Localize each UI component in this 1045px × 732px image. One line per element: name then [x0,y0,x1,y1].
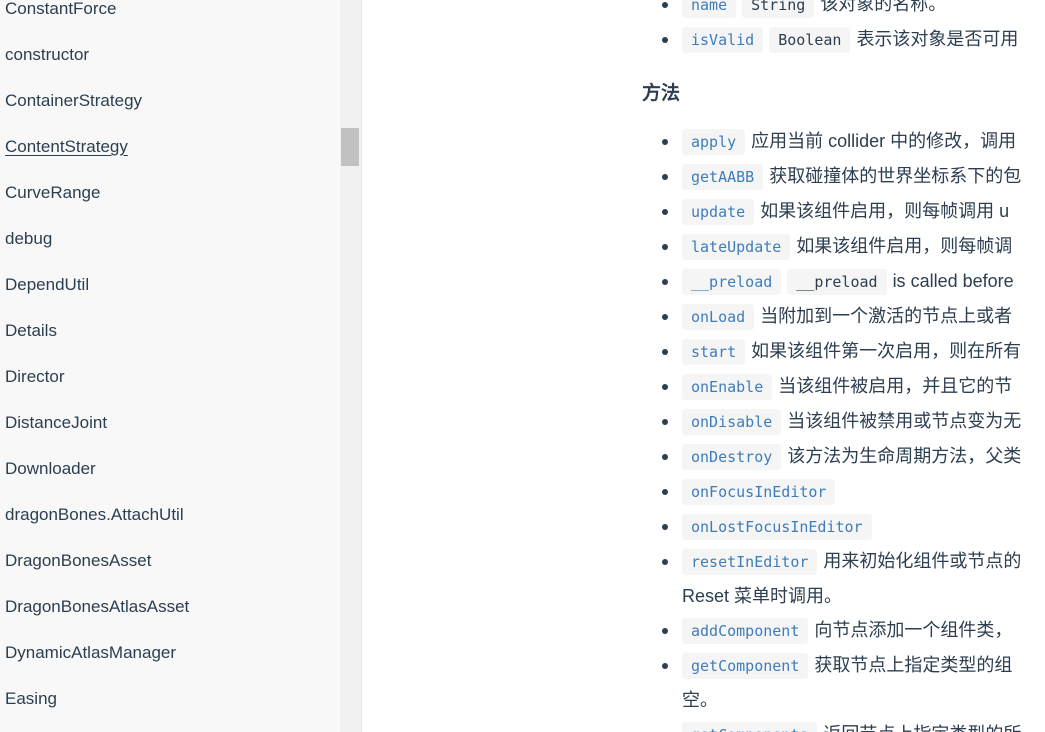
method-item: onLoad 当附加到一个激活的节点上或者 [642,299,1021,334]
sidebar-item[interactable]: DistanceJoint [0,400,340,446]
method-name-link[interactable]: onDestroy [682,444,782,470]
method-name-link[interactable]: getComponent [682,653,809,679]
method-item: start 如果该组件第一次启用，则在所有 [642,334,1021,369]
property-name-link[interactable]: name [682,0,737,18]
property-type: Boolean [769,27,851,53]
sidebar-item[interactable]: Director [0,354,340,400]
property-type: String [742,0,815,18]
method-name-link[interactable]: __preload [682,269,782,295]
sidebar-item[interactable]: dragonBones.AttachUtil [0,492,340,538]
bullet-icon [662,628,668,634]
method-name-link[interactable]: onLostFocusInEditor [682,514,872,540]
method-name-link[interactable]: onFocusInEditor [682,479,836,505]
method-name-link[interactable]: onEnable [682,374,773,400]
bullet-icon [662,244,668,250]
bullet-icon [662,349,668,355]
method-description-continued: Reset 菜单时调用。 [682,586,843,606]
sidebar-item[interactable]: Details [0,308,340,354]
method-item: __preload __preload is called before [642,264,1021,299]
method-description: 当该组件被启用，并且它的节 [778,376,1013,396]
method-item: onDestroy 该方法为生命周期方法，父类 [642,439,1021,474]
method-description: 用来初始化组件或节点的 [823,551,1022,571]
method-description: 向节点添加一个组件类， [814,620,1013,640]
method-item: getComponents 返回节点上指定类型的所 [642,717,1021,732]
sidebar-list: ConstantForce constructor ContainerStrateg… [0,0,340,722]
method-name-link[interactable]: onLoad [682,304,755,330]
method-description: 如果该组件启用，则每帧调 [796,236,1013,256]
main-content: name String 该对象的名称。 isValid Boolean 表示该对象是否可用… [362,0,1045,732]
method-description: 应用当前 collider 中的修改，调用 [751,131,1017,151]
property-name-link[interactable]: isValid [682,27,764,53]
methods-heading: 方法 [642,83,681,104]
method-item: getComponent 获取节点上指定类型的组空。 [642,648,1021,717]
scrollbar-thumb[interactable] [341,128,359,166]
bullet-icon [662,559,668,565]
bullet-icon [662,37,668,43]
bullet-icon [662,2,668,8]
method-description-continued: 空。 [682,690,718,710]
bullet-icon [662,419,668,425]
method-name-link[interactable]: apply [682,129,746,155]
method-description: 如果该组件启用，则每帧调用 u [760,201,1010,221]
method-item: onFocusInEditor [642,474,1021,509]
bullet-icon [662,209,668,215]
method-name-link[interactable]: resetInEditor [682,549,818,575]
sidebar-item[interactable]: ContentStrategy [0,124,340,170]
property-item: isValid Boolean 表示该对象是否可用 [642,22,1018,57]
method-item: onLostFocusInEditor [642,509,1021,544]
bullet-icon [662,663,668,669]
sidebar-item[interactable]: debug [0,216,340,262]
method-description: 获取节点上指定类型的组 [814,655,1013,675]
method-name-link[interactable]: onDisable [682,409,782,435]
sidebar-item[interactable]: DragonBonesAsset [0,538,340,584]
properties-list: name String 该对象的名称。 isValid Boolean 表示该对象是否可用 [642,0,1018,57]
method-description: 当该组件被禁用或节点变为无 [787,411,1022,431]
bullet-icon [662,384,668,390]
sidebar-item[interactable]: constructor [0,32,340,78]
property-description: 该对象的名称。 [820,0,947,14]
method-name-link[interactable]: addComponent [682,618,809,644]
method-name-link[interactable]: lateUpdate [682,234,791,260]
bullet-icon [662,314,668,320]
bullet-icon [662,489,668,495]
method-name-link[interactable]: getComponents [682,722,818,732]
method-item: addComponent 向节点添加一个组件类， [642,613,1021,648]
method-item: update 如果该组件启用，则每帧调用 u [642,194,1021,229]
method-item: getAABB 获取碰撞体的世界坐标系下的包 [642,159,1021,194]
method-name-link[interactable]: getAABB [682,164,764,190]
bullet-icon [662,454,668,460]
sidebar-item[interactable]: Downloader [0,446,340,492]
sidebar-item[interactable]: Easing [0,676,340,722]
method-item: resetInEditor 用来初始化组件或节点的 Reset 菜单时调用。 [642,544,1021,613]
method-code: __preload [787,269,887,295]
sidebar-item[interactable]: CurveRange [0,170,340,216]
method-description: is called before [892,271,1014,291]
method-description: 当附加到一个激活的节点上或者 [760,306,1013,326]
method-description: 该方法为生命周期方法，父类 [787,446,1022,466]
property-description: 表示该对象是否可用 [856,29,1019,49]
bullet-icon [662,174,668,180]
method-item: apply 应用当前 collider 中的修改，调用 [642,124,1021,159]
sidebar-scrollbar[interactable] [340,0,362,732]
sidebar-item[interactable]: DynamicAtlasManager [0,630,340,676]
method-item: onDisable 当该组件被禁用或节点变为无 [642,404,1021,439]
sidebar-item[interactable]: ConstantForce [0,0,340,32]
sidebar-item[interactable]: DragonBonesAtlasAsset [0,584,340,630]
method-description: 返回节点上指定类型的所 [823,724,1021,732]
method-item: onEnable 当该组件被启用，并且它的节 [642,369,1021,404]
method-name-link[interactable]: update [682,199,755,225]
bullet-icon [662,279,668,285]
method-name-link[interactable]: start [682,339,746,365]
property-item: name String 该对象的名称。 [642,0,1018,22]
methods-list: apply 应用当前 collider 中的修改，调用 getAABB 获取碰撞体的世… [642,124,1021,732]
sidebar-item[interactable]: ContainerStrategy [0,78,340,124]
bullet-icon [662,139,668,145]
sidebar-item[interactable]: DependUtil [0,262,340,308]
sidebar: ConstantForce constructor ContainerStrateg… [0,0,340,732]
method-item: lateUpdate 如果该组件启用，则每帧调 [642,229,1021,264]
bullet-icon [662,524,668,530]
method-description: 如果该组件第一次启用，则在所有 [751,341,1022,361]
method-description: 获取碰撞体的世界坐标系下的包 [769,166,1022,186]
